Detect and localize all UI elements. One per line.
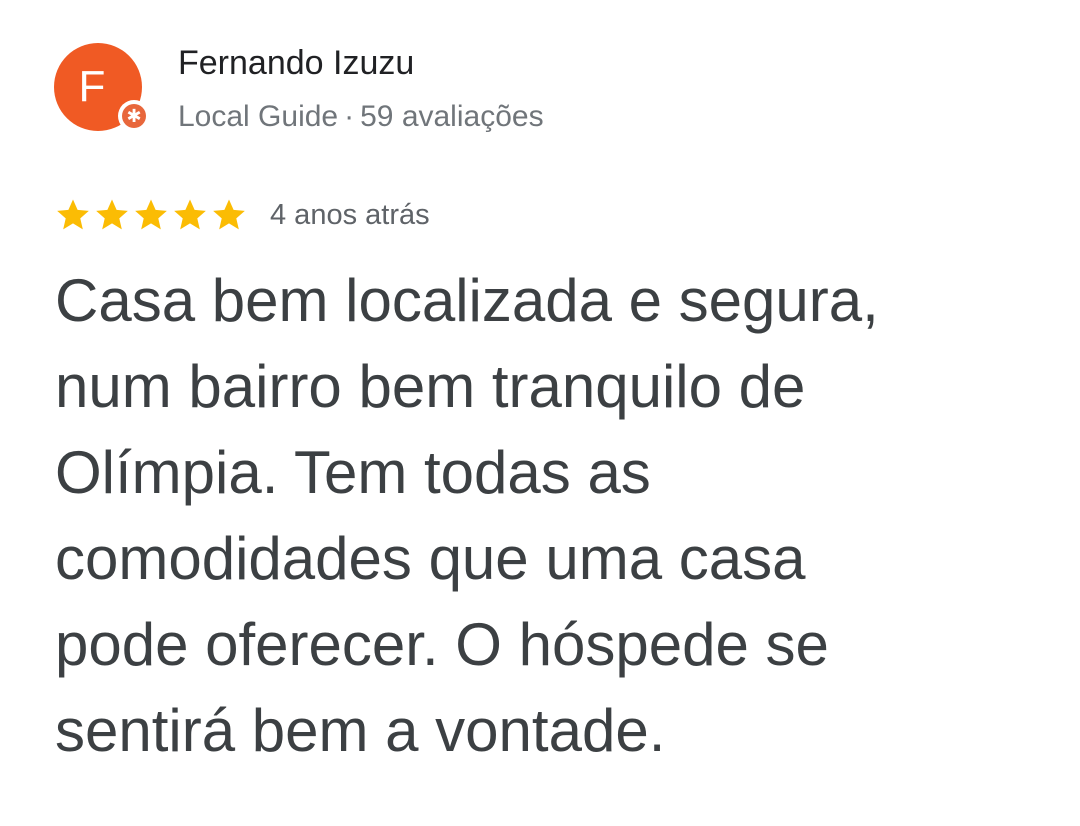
local-guide-label: Local Guide <box>178 100 339 133</box>
local-guide-star-icon: ✱ <box>122 104 146 128</box>
review-date: 4 anos atrás <box>270 198 430 231</box>
meta-separator: · <box>344 100 355 133</box>
star-icon <box>171 196 209 234</box>
rating-row: 4 anos atrás <box>54 193 430 237</box>
review-card: F ✱ Fernando Izuzu Local Guide · 59 avalia… <box>0 0 1080 826</box>
star-rating <box>54 196 249 234</box>
star-icon <box>54 196 92 234</box>
local-guide-badge: ✱ <box>118 100 150 132</box>
star-icon <box>132 196 170 234</box>
reviews-count: 59 avaliações <box>360 100 544 133</box>
author-name[interactable]: Fernando Izuzu <box>178 44 414 83</box>
author-meta: Local Guide · 59 avaliações <box>178 100 544 134</box>
star-icon <box>210 196 248 234</box>
star-icon <box>93 196 131 234</box>
review-text: Casa bem localizada e segura, num bairro… <box>55 267 879 764</box>
avatar-initial: F <box>78 62 106 111</box>
